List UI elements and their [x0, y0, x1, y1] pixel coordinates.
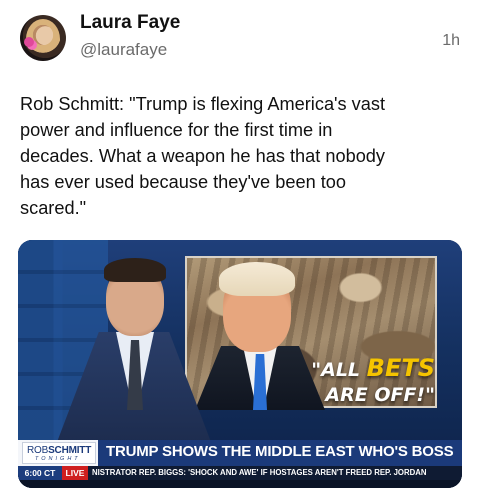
screen-quote-line2: ARE OFF!": [325, 384, 435, 406]
chyron-headline: TRUMP SHOWS THE MIDDLE EAST WHO'S BOSS: [106, 443, 454, 460]
show-logo-first: ROB: [27, 445, 49, 456]
show-logo-last: SCHMITT: [48, 445, 92, 456]
post-media[interactable]: "ALL BETS ARE OFF!" ROBSCHMITT TONIGHT T…: [18, 240, 462, 488]
screen-quote: "ALL BETS ARE OFF!": [275, 356, 435, 408]
ticker-band: [18, 480, 462, 488]
show-logo-title: ROBSCHMITT: [27, 445, 91, 456]
author-avatar[interactable]: [20, 15, 66, 61]
studio-screen: "ALL BETS ARE OFF!": [185, 256, 437, 410]
screen-quote-emphasis: BETS: [366, 354, 435, 382]
post-header: Laura Faye @laurafaye 1h: [0, 0, 480, 80]
screen-quote-prefix: "ALL: [311, 359, 367, 381]
anchor-hair: [104, 258, 166, 282]
avatar-flower: [24, 37, 34, 47]
screen-quote-line1: "ALL BETS: [275, 356, 435, 383]
ticker-live-badge: LIVE: [62, 466, 88, 480]
show-logo: ROBSCHMITT TONIGHT: [22, 442, 96, 464]
author-name[interactable]: Laura Faye: [80, 12, 180, 34]
post-text: Rob Schmitt: "Trump is flexing America's…: [20, 94, 386, 218]
screen-person-hair: [219, 262, 295, 296]
author-handle[interactable]: @laurafaye: [80, 40, 167, 60]
ticker-text: NISTRATOR REP. BIGGS: 'SHOCK AND AWE' IF…: [92, 468, 427, 477]
post-timestamp[interactable]: 1h: [442, 32, 460, 50]
ticker-time: 6:00 CT: [18, 466, 62, 480]
show-logo-subtitle: TONIGHT: [35, 456, 81, 462]
